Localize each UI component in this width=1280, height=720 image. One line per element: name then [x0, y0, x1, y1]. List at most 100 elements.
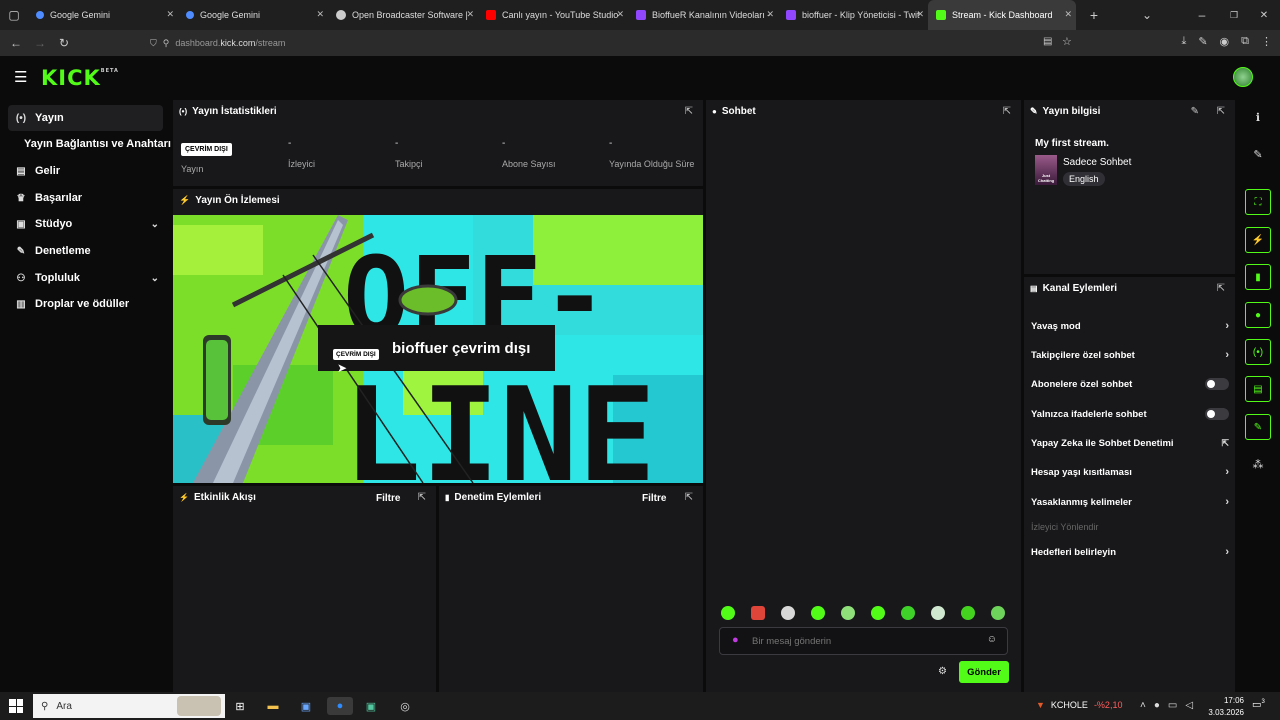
popout-icon[interactable]: ⇱	[685, 106, 693, 117]
emote-icon[interactable]	[811, 606, 825, 620]
info-icon[interactable]: ℹ	[1245, 104, 1271, 130]
chat-settings-icon[interactable]: ⚙	[938, 666, 947, 677]
emote-icon[interactable]	[781, 606, 795, 620]
tools-icon[interactable]: ✎	[1198, 35, 1207, 48]
notification-icon[interactable]: ▭3	[1252, 699, 1265, 710]
close-tab-icon[interactable]: ✕	[766, 9, 774, 20]
bolt-icon[interactable]: ⚡	[1245, 227, 1271, 253]
action-banned-words[interactable]: Yasaklanmış kelimeler ›	[1031, 492, 1229, 512]
hamburger-menu-icon[interactable]: ☰	[14, 68, 27, 86]
close-tab-icon[interactable]: ✕	[916, 9, 924, 20]
emote-icon[interactable]	[961, 606, 975, 620]
moderation-filter-button[interactable]: Filtre	[642, 493, 666, 504]
document-icon[interactable]: ▮	[1245, 264, 1271, 290]
sidebar-item-basarilar[interactable]: ♛ Başarılar	[8, 185, 163, 211]
tab-list-chevron-icon[interactable]: ⌄	[1135, 8, 1159, 22]
new-tab-icon[interactable]: +	[1082, 7, 1106, 23]
url-field[interactable]: ⛉ ⚲ dashboard. kick.com/stream	[150, 33, 1080, 53]
emote-icon[interactable]	[991, 606, 1005, 620]
sidebar-item-gelir[interactable]: ▤ Gelir	[8, 158, 163, 184]
chevron-up-icon[interactable]: ˄	[1140, 700, 1146, 711]
screenshot-icon[interactable]: ⛶	[1245, 189, 1271, 215]
layout-icon[interactable]: ▤	[1245, 376, 1271, 402]
shapes-icon[interactable]: ⁂	[1245, 451, 1271, 477]
chat-message-input[interactable]	[752, 634, 972, 648]
sidebar-item-stream-key[interactable]: Yayın Bağlantısı ve Anahtarı	[8, 131, 173, 157]
clock[interactable]: 17:06 3.03.2026	[1200, 695, 1244, 719]
browser-tab[interactable]: bioffuer - Klip Yöneticisi - Twitch ✕	[778, 0, 928, 30]
emote-only-toggle[interactable]	[1205, 408, 1229, 420]
browser-tab[interactable]: Canlı yayın - YouTube Studio ✕	[478, 0, 628, 30]
action-ai-moderation[interactable]: Yapay Zeka ile Sohbet Denetimi ⇱	[1031, 433, 1229, 453]
stock-widget[interactable]: ▼ KCHOLE -%2,10	[1036, 700, 1122, 710]
kick-logo[interactable]: KICKBETA	[41, 66, 119, 90]
avatar[interactable]	[1233, 67, 1253, 87]
action-account-age[interactable]: Hesap yaşı kısıtlaması ›	[1031, 462, 1229, 482]
popout-icon[interactable]: ⇱	[685, 492, 693, 503]
send-button[interactable]: Gönder	[959, 661, 1009, 683]
restore-icon[interactable]: ❐	[1222, 10, 1246, 21]
microphone-icon[interactable]: ●	[732, 634, 739, 646]
action-followers-only[interactable]: Takipçilere özel sohbet ›	[1031, 345, 1229, 365]
category-thumbnail[interactable]: Just Chatting	[1035, 155, 1057, 185]
obs-icon[interactable]: ◎	[396, 697, 414, 715]
back-icon[interactable]: ←	[4, 36, 28, 50]
close-tab-icon[interactable]: ✕	[316, 9, 324, 20]
browser-tab-active[interactable]: Stream - Kick Dashboard ✕	[928, 0, 1076, 30]
network-icon[interactable]: ▭	[1168, 700, 1177, 711]
emote-icon[interactable]	[871, 606, 885, 620]
window-close-icon[interactable]: ✕	[1252, 10, 1276, 21]
download-icon[interactable]: ⤓	[1181, 35, 1186, 48]
activity-filter-button[interactable]: Filtre	[376, 493, 400, 504]
app-icon[interactable]: ▣	[297, 697, 315, 715]
site-settings-icon[interactable]: ⚲	[163, 38, 170, 49]
emote-icon[interactable]	[931, 606, 945, 620]
volume-icon[interactable]: ◁	[1185, 700, 1193, 711]
emoji-icon[interactable]: ☺	[987, 634, 997, 645]
broadcast-icon[interactable]: (•)	[1245, 339, 1271, 365]
extensions-icon[interactable]: ⧉	[1241, 35, 1249, 48]
taskbar-search-box[interactable]: ⚲ Ara	[33, 694, 225, 718]
browser-tab[interactable]: Open Broadcaster Software | OI ✕	[328, 0, 478, 30]
emote-icon[interactable]	[751, 606, 765, 620]
emote-icon[interactable]	[901, 606, 915, 620]
sidebar-item-droplar[interactable]: ▥ Droplar ve ödüller	[8, 291, 163, 317]
edit-pencil-icon[interactable]: ✎	[1191, 106, 1199, 117]
popout-icon[interactable]: ⇱	[1217, 106, 1225, 117]
task-view-icon[interactable]: ⊞	[231, 697, 249, 715]
browser-tab[interactable]: Google Gemini ✕	[28, 0, 178, 30]
sidebar-item-studyo[interactable]: ▣ Stüdyo ⌄	[8, 211, 163, 237]
firefox-icon[interactable]: ●	[327, 697, 353, 715]
reload-icon[interactable]: ↻	[52, 36, 76, 50]
popout-icon[interactable]: ⇱	[418, 492, 426, 503]
emote-icon[interactable]	[721, 606, 735, 620]
sidebar-item-yayin[interactable]: (•) Yayın	[8, 105, 163, 131]
action-set-goals[interactable]: Hedefleri belirleyin ›	[1031, 542, 1229, 562]
subscribers-only-toggle[interactable]	[1205, 378, 1229, 390]
microphone-icon[interactable]: ●	[1154, 700, 1160, 711]
forward-icon[interactable]: →	[28, 36, 52, 50]
emote-icon[interactable]	[841, 606, 855, 620]
action-slow-mode[interactable]: Yavaş mod ›	[1031, 316, 1229, 336]
popout-icon[interactable]: ⇱	[1003, 106, 1011, 117]
bookmark-star-icon[interactable]: ☆	[1062, 35, 1072, 48]
minimize-icon[interactable]: –	[1190, 8, 1214, 22]
close-tab-icon[interactable]: ✕	[166, 9, 174, 20]
app-icon[interactable]: ▣	[362, 697, 380, 715]
tab-actions-icon[interactable]: ▢	[0, 8, 28, 22]
sidebar-item-topluluk[interactable]: ⚇ Topluluk ⌄	[8, 265, 163, 291]
category-name[interactable]: Sadece Sohbet	[1063, 157, 1131, 168]
browser-tab[interactable]: BioffueR Kanalının Videoları - T ✕	[628, 0, 778, 30]
account-icon[interactable]: ◉	[1220, 35, 1230, 48]
chat-input-box[interactable]: ● ☺	[719, 627, 1008, 655]
close-tab-icon[interactable]: ✕	[1064, 9, 1072, 20]
edit-pencil-icon[interactable]: ✎	[1245, 141, 1271, 167]
wrench-icon[interactable]: ✎	[1245, 414, 1271, 440]
menu-icon[interactable]: ⋮	[1261, 35, 1272, 48]
shield-icon[interactable]: ⛉	[150, 38, 157, 49]
close-tab-icon[interactable]: ✕	[466, 9, 474, 20]
chat-bubble-icon[interactable]: ●	[1245, 302, 1271, 328]
close-tab-icon[interactable]: ✕	[616, 9, 624, 20]
sidebar-item-denetleme[interactable]: ✎ Denetleme	[8, 238, 163, 264]
browser-tab[interactable]: Google Gemini ✕	[178, 0, 328, 30]
